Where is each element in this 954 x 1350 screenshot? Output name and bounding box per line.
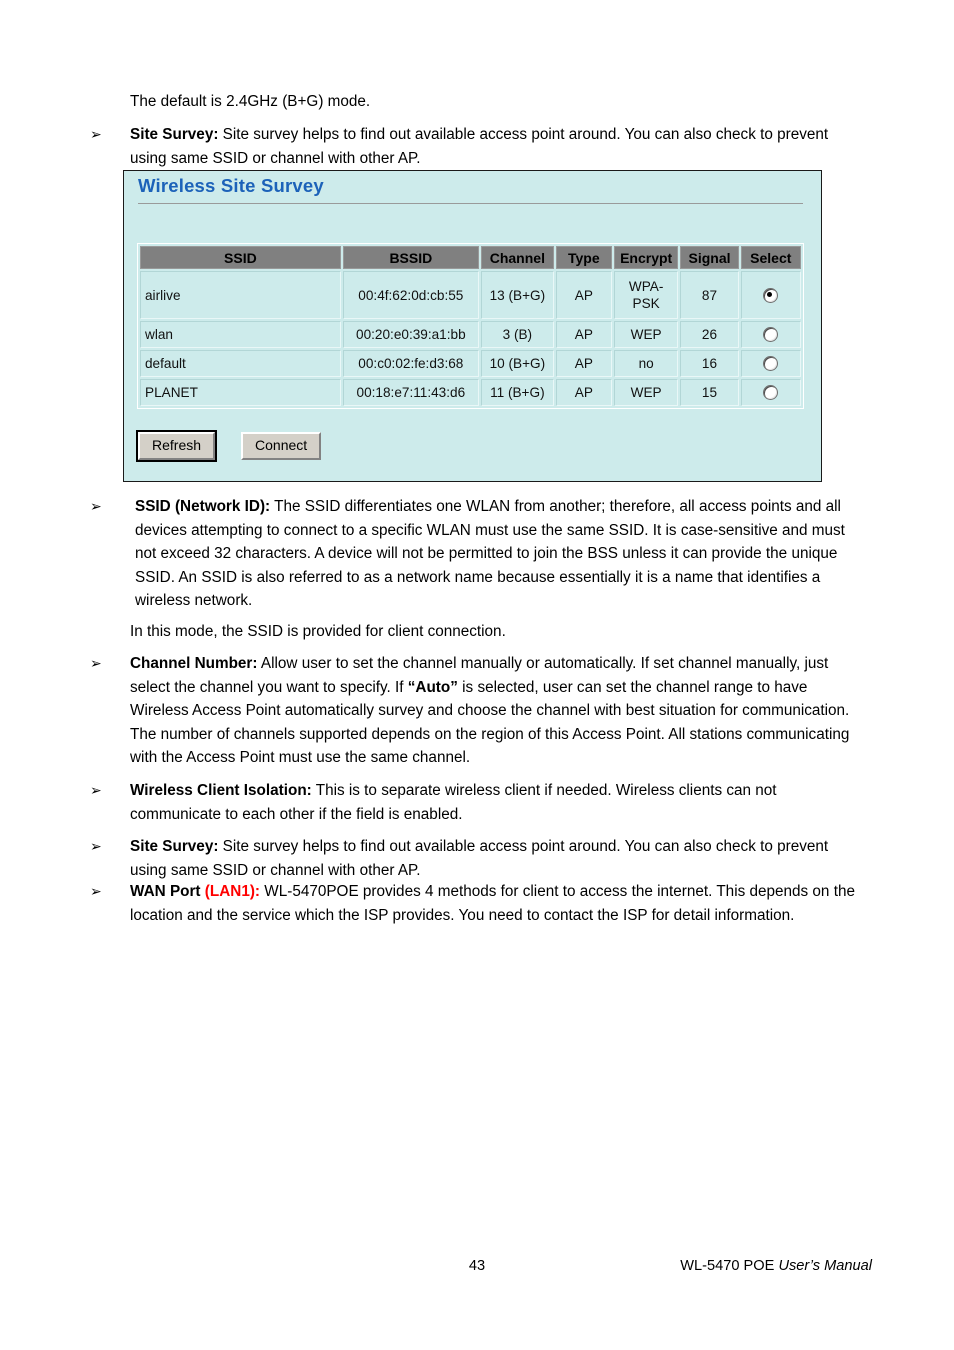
cell-channel: 3 (B) bbox=[480, 321, 554, 348]
bullet-wireless-client-isolation: ➢ Wireless Client Isolation: This is to … bbox=[90, 779, 868, 826]
table-row: PLANET 00:18:e7:11:43:d6 11 (B+G) AP WEP… bbox=[140, 379, 801, 406]
lan1-label: (LAN1): bbox=[200, 883, 261, 900]
ssid-note-paragraph: In this mode, the SSID is provided for c… bbox=[130, 623, 506, 640]
cell-encrypt: no bbox=[613, 350, 679, 377]
intro-paragraph: The default is 2.4GHz (B+G) mode. bbox=[130, 93, 371, 110]
bullet-arrow-icon: ➢ bbox=[90, 783, 102, 799]
table-header-row: SSID BSSID Channel Type Encrypt Signal S… bbox=[140, 246, 801, 269]
panel-divider bbox=[138, 203, 803, 204]
cell-bssid: 00:4f:62:0d:cb:55 bbox=[342, 271, 479, 319]
cell-select[interactable] bbox=[740, 321, 801, 348]
column-header-bssid: BSSID bbox=[342, 246, 479, 269]
column-header-encrypt: Encrypt bbox=[613, 246, 679, 269]
bullet-ssid-network-id-text: SSID (Network ID): The SSID differentiat… bbox=[135, 495, 868, 613]
cell-signal: 16 bbox=[680, 350, 739, 377]
bullet-arrow-icon: ➢ bbox=[90, 127, 102, 143]
bullet-wan-port-text: WAN Port (LAN1): WL-5470POE provides 4 m… bbox=[130, 880, 868, 927]
bullet-lead-label: SSID (Network ID): bbox=[135, 498, 271, 515]
select-radio-button[interactable] bbox=[763, 327, 779, 343]
cell-signal: 15 bbox=[680, 379, 739, 406]
cell-type: AP bbox=[555, 350, 612, 377]
site-survey-table: SSID BSSID Channel Type Encrypt Signal S… bbox=[137, 243, 804, 409]
bullet-arrow-icon: ➢ bbox=[90, 499, 102, 515]
column-header-signal: Signal bbox=[680, 246, 739, 269]
panel-title: Wireless Site Survey bbox=[138, 175, 324, 196]
cell-select[interactable] bbox=[740, 379, 801, 406]
table-row: default 00:c0:02:fe:d3:68 10 (B+G) AP no… bbox=[140, 350, 801, 377]
bullet-lead-label: Channel Number: bbox=[130, 655, 258, 672]
column-header-select: Select bbox=[740, 246, 801, 269]
cell-select[interactable] bbox=[740, 350, 801, 377]
footer-manual-label: WL-5470 POE User’s Manual bbox=[680, 1258, 872, 1274]
select-radio-button[interactable] bbox=[763, 287, 779, 303]
bullet-ssid-network-id: ➢ SSID (Network ID): The SSID differenti… bbox=[90, 495, 868, 613]
cell-bssid: 00:20:e0:39:a1:bb bbox=[342, 321, 479, 348]
column-header-channel: Channel bbox=[480, 246, 554, 269]
cell-bssid: 00:c0:02:fe:d3:68 bbox=[342, 350, 479, 377]
select-radio-button[interactable] bbox=[763, 356, 779, 372]
bullet-lead-label: Site Survey: bbox=[130, 838, 219, 855]
cell-encrypt-line1: WPA- bbox=[628, 279, 664, 294]
cell-channel: 13 (B+G) bbox=[480, 271, 554, 319]
cell-encrypt: WEP bbox=[613, 321, 679, 348]
cell-encrypt: WPA- PSK bbox=[613, 271, 679, 319]
refresh-button[interactable]: Refresh bbox=[135, 430, 218, 462]
table-row: airlive 00:4f:62:0d:cb:55 13 (B+G) AP WP… bbox=[140, 271, 801, 319]
bullet-arrow-icon: ➢ bbox=[90, 884, 102, 900]
cell-signal: 87 bbox=[680, 271, 739, 319]
select-radio-button[interactable] bbox=[763, 385, 779, 401]
cell-type: AP bbox=[555, 271, 612, 319]
bullet-site-survey-bottom-text: Site Survey: Site survey helps to find o… bbox=[130, 835, 868, 882]
bullet-body-text: Site survey helps to find out available … bbox=[130, 838, 829, 879]
bullet-channel-number-text: Channel Number: Allow user to set the ch… bbox=[130, 652, 868, 770]
bullet-arrow-icon: ➢ bbox=[90, 839, 102, 855]
cell-encrypt: WEP bbox=[613, 379, 679, 406]
bullet-channel-number: ➢ Channel Number: Allow user to set the … bbox=[90, 652, 868, 770]
cell-type: AP bbox=[555, 379, 612, 406]
bullet-lead-label: WAN Port bbox=[130, 883, 201, 900]
bullet-arrow-icon: ➢ bbox=[90, 656, 102, 672]
cell-channel: 11 (B+G) bbox=[480, 379, 554, 406]
cell-ssid: airlive bbox=[140, 271, 341, 319]
bullet-wan-port: ➢ WAN Port (LAN1): WL-5470POE provides 4… bbox=[90, 880, 868, 927]
cell-ssid: wlan bbox=[140, 321, 341, 348]
column-header-ssid: SSID bbox=[140, 246, 341, 269]
cell-type: AP bbox=[555, 321, 612, 348]
cell-select[interactable] bbox=[740, 271, 801, 319]
footer-manual-italic: User’s Manual bbox=[778, 1258, 872, 1274]
bullet-site-survey-top: ➢ Site Survey: Site survey helps to find… bbox=[90, 123, 868, 170]
cell-channel: 10 (B+G) bbox=[480, 350, 554, 377]
document-page: The default is 2.4GHz (B+G) mode. ➢ Site… bbox=[0, 0, 954, 1350]
cell-signal: 26 bbox=[680, 321, 739, 348]
cell-ssid: default bbox=[140, 350, 341, 377]
footer-model-text: WL-5470 POE bbox=[680, 1258, 779, 1274]
bullet-site-survey-top-text: Site Survey: Site survey helps to find o… bbox=[130, 123, 868, 170]
auto-emphasis-label: “Auto” bbox=[407, 678, 458, 696]
bullet-body-text: Site survey helps to find out available … bbox=[130, 126, 829, 167]
bullet-site-survey-bottom: ➢ Site Survey: Site survey helps to find… bbox=[90, 835, 868, 882]
cell-bssid: 00:18:e7:11:43:d6 bbox=[342, 379, 479, 406]
connect-button[interactable]: Connect bbox=[241, 432, 322, 460]
bullet-lead-label: Wireless Client Isolation: bbox=[130, 782, 312, 799]
panel-button-row: Refresh Connect bbox=[135, 430, 322, 462]
column-header-type: Type bbox=[555, 246, 612, 269]
table-row: wlan 00:20:e0:39:a1:bb 3 (B) AP WEP 26 bbox=[140, 321, 801, 348]
wireless-site-survey-panel: Wireless Site Survey SSID BSSID Channel … bbox=[123, 170, 822, 482]
cell-ssid: PLANET bbox=[140, 379, 341, 406]
bullet-wireless-client-isolation-text: Wireless Client Isolation: This is to se… bbox=[130, 779, 868, 826]
cell-encrypt-line2: PSK bbox=[632, 296, 660, 311]
bullet-lead-label: Site Survey: bbox=[130, 126, 219, 143]
